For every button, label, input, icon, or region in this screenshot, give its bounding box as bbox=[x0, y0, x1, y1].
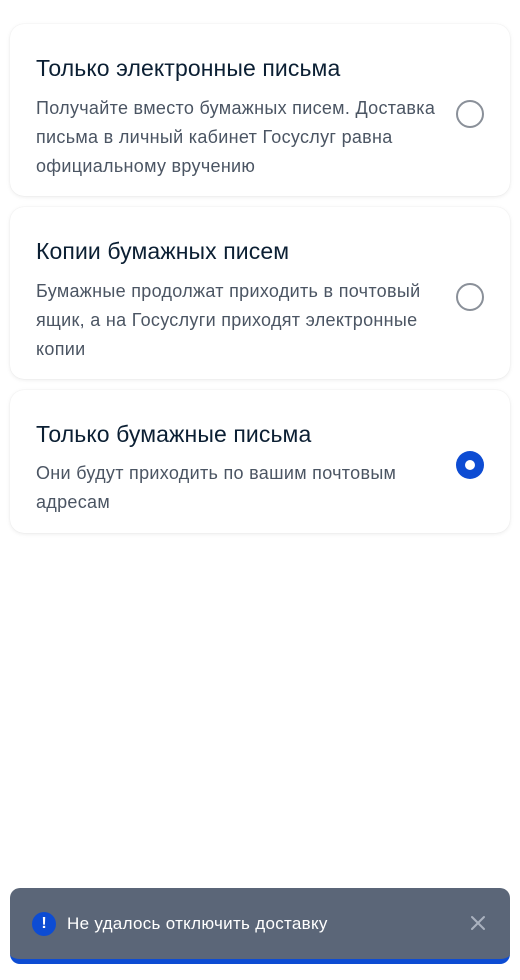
option-card-paper-copies[interactable]: Копии бумажных писем Бумажные продолжат … bbox=[10, 207, 510, 379]
option-title: Копии бумажных писем bbox=[36, 238, 290, 264]
option-description: Они будут приходить по вашим почтовым ад… bbox=[36, 463, 397, 512]
radio-button-paper-copies[interactable] bbox=[456, 283, 484, 311]
error-toast: ! Не удалось отключить доставку bbox=[10, 888, 510, 964]
option-card-electronic-only[interactable]: Только электронные письма Получайте вмес… bbox=[10, 24, 510, 196]
radio-button-electronic-only[interactable] bbox=[456, 100, 484, 128]
toast-message: Не удалось отключить доставку bbox=[67, 914, 328, 933]
option-description: Получайте вместо бумажных писем. Доставк… bbox=[36, 98, 436, 176]
option-title: Только бумажные письма bbox=[36, 421, 312, 447]
close-icon[interactable] bbox=[468, 913, 488, 933]
radio-button-paper-only[interactable] bbox=[456, 451, 484, 479]
alert-icon: ! bbox=[32, 912, 56, 936]
option-title: Только электронные письма bbox=[36, 55, 341, 81]
option-card-paper-only[interactable]: Только бумажные письма Они будут приходи… bbox=[10, 390, 510, 533]
option-description: Бумажные продолжат приходить в почтовый … bbox=[36, 281, 421, 359]
